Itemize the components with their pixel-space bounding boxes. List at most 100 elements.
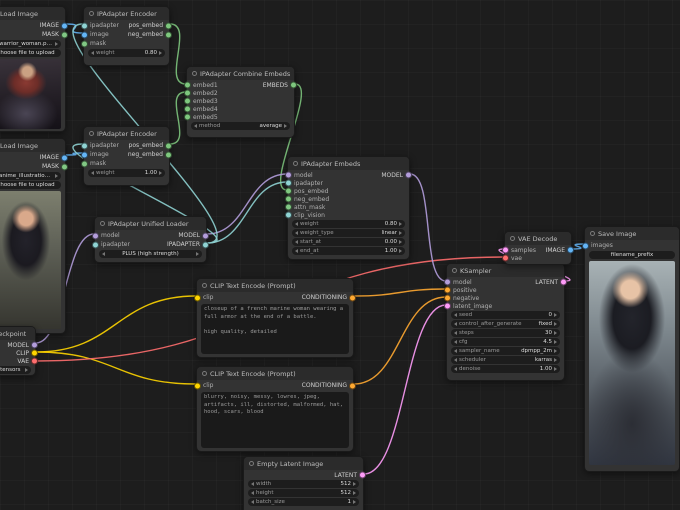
node-graph-canvas[interactable]: Load Image IMAGE MASK warrior_woman.png … xyxy=(0,0,680,510)
increment-arrow-icon[interactable] xyxy=(399,222,402,226)
collapse-dot-icon[interactable] xyxy=(100,221,105,226)
cfg-widget[interactable]: cfg 4.5 xyxy=(451,338,560,346)
node-header[interactable]: IPAdapter Encoder xyxy=(84,7,169,20)
decrement-arrow-icon[interactable] xyxy=(454,367,457,371)
prev-arrow-icon[interactable] xyxy=(454,358,457,362)
method-combo[interactable]: method average xyxy=(191,122,290,130)
next-arrow-icon[interactable] xyxy=(554,322,557,326)
increment-arrow-icon[interactable] xyxy=(353,482,356,486)
next-arrow-icon[interactable] xyxy=(399,231,402,235)
upload-button[interactable]: choose file to upload xyxy=(0,49,61,57)
decrement-arrow-icon[interactable] xyxy=(295,249,298,253)
image-output-port[interactable] xyxy=(567,246,574,254)
node-header[interactable]: IPAdapter Unified Loader xyxy=(95,217,206,230)
collapse-dot-icon[interactable] xyxy=(249,461,254,466)
ipadapter-input-port[interactable] xyxy=(81,142,88,149)
positive-prompt-textarea[interactable]: closeup of a french marine woman wearing… xyxy=(201,304,349,354)
embeds-output-port[interactable] xyxy=(290,81,297,89)
model-input-port[interactable] xyxy=(444,278,451,286)
clip-vision-input-port[interactable] xyxy=(285,211,292,219)
mask-input-port[interactable] xyxy=(81,40,88,47)
collapse-dot-icon[interactable] xyxy=(452,268,457,273)
increment-arrow-icon[interactable] xyxy=(159,171,162,175)
ipadapter-input-port[interactable] xyxy=(285,179,292,187)
decrement-arrow-icon[interactable] xyxy=(295,240,298,244)
increment-arrow-icon[interactable] xyxy=(554,331,557,335)
embed5-input-port[interactable] xyxy=(184,113,191,121)
weight-widget[interactable]: weight 0.80 xyxy=(292,220,405,228)
node-header[interactable]: VAE Decode xyxy=(505,232,571,245)
image-output-port[interactable] xyxy=(61,154,68,161)
batch-size-widget[interactable]: batch_size 1 xyxy=(248,498,359,506)
node-header[interactable]: CLIP Text Encode (Prompt) xyxy=(197,279,353,292)
increment-arrow-icon[interactable] xyxy=(353,491,356,495)
image-input-port[interactable] xyxy=(81,31,88,38)
node-header[interactable]: Save Image xyxy=(585,227,679,240)
node-clip-text-encode-positive[interactable]: CLIP Text Encode (Prompt) clip CONDITION… xyxy=(194,278,356,358)
sampler-name-combo[interactable]: sampler_name dpmpp_2m xyxy=(451,347,560,355)
scheduler-combo[interactable]: scheduler karras xyxy=(451,356,560,364)
ipadapter-input-port[interactable] xyxy=(81,22,88,29)
node-header[interactable]: CLIP Text Encode (Prompt) xyxy=(197,367,353,380)
mask-output-port[interactable] xyxy=(61,163,68,170)
collapse-dot-icon[interactable] xyxy=(89,11,94,16)
node-ipadapter-unified-loader[interactable]: IPAdapter Unified Loader model MODEL ipa… xyxy=(92,216,209,263)
control-after-generate-combo[interactable]: control_after_generate fixed xyxy=(451,320,560,328)
embed3-input-port[interactable] xyxy=(184,97,191,105)
weight-type-combo[interactable]: weight_type linear xyxy=(292,229,405,237)
next-arrow-icon[interactable] xyxy=(554,349,557,353)
collapse-dot-icon[interactable] xyxy=(202,371,207,376)
next-arrow-icon[interactable] xyxy=(55,174,58,178)
node-header[interactable]: Load Image xyxy=(0,139,65,152)
end-at-widget[interactable]: end_at 1.00 xyxy=(292,247,405,255)
increment-arrow-icon[interactable] xyxy=(353,500,356,504)
image-file-combo[interactable]: warrior_woman.png xyxy=(0,40,61,48)
collapse-dot-icon[interactable] xyxy=(89,131,94,136)
ipadapter-output-port[interactable] xyxy=(202,241,209,248)
vae-output-port[interactable] xyxy=(31,357,38,365)
model-input-port[interactable] xyxy=(285,171,292,179)
neg-embed-output-port[interactable] xyxy=(165,31,172,38)
node-header[interactable]: IPAdapter Combine Embeds xyxy=(187,67,294,80)
pos-embed-output-port[interactable] xyxy=(165,142,172,149)
negative-input-port[interactable] xyxy=(444,294,451,302)
node-header[interactable]: Load Image xyxy=(0,7,65,20)
clip-input-port[interactable] xyxy=(194,382,201,389)
next-arrow-icon[interactable] xyxy=(554,358,557,362)
conditioning-output-port[interactable] xyxy=(349,294,356,301)
node-header[interactable]: IPAdapter Embeds xyxy=(288,157,409,170)
node-header[interactable]: Empty Latent Image xyxy=(244,457,363,470)
increment-arrow-icon[interactable] xyxy=(399,249,402,253)
mask-output-port[interactable] xyxy=(61,31,68,38)
seed-widget[interactable]: seed 0 xyxy=(451,311,560,319)
decrement-arrow-icon[interactable] xyxy=(251,491,254,495)
denoise-widget[interactable]: denoise 1.00 xyxy=(451,365,560,373)
node-header[interactable]: KSampler xyxy=(447,264,564,277)
latent-output-port[interactable] xyxy=(359,471,366,479)
vae-input-port[interactable] xyxy=(502,254,509,262)
node-ksampler[interactable]: KSampler model LATENT positive negative … xyxy=(444,263,567,381)
collapse-dot-icon[interactable] xyxy=(590,231,595,236)
node-load-image-2[interactable]: Load Image IMAGE MASK anime_illustration… xyxy=(0,138,68,334)
samples-input-port[interactable] xyxy=(502,246,509,254)
pos-embed-input-port[interactable] xyxy=(285,187,292,195)
node-ipadapter-encoder-1[interactable]: IPAdapter Encoder ipadapter pos_embed im… xyxy=(81,6,172,66)
increment-arrow-icon[interactable] xyxy=(554,313,557,317)
collapse-dot-icon[interactable] xyxy=(192,71,197,76)
filename-prefix-widget[interactable]: filename_prefix xyxy=(589,251,675,259)
next-arrow-icon[interactable] xyxy=(196,252,199,256)
width-widget[interactable]: width 512 xyxy=(248,480,359,488)
node-header[interactable]: Load Checkpoint xyxy=(0,327,35,340)
model-input-port[interactable] xyxy=(92,232,99,239)
node-clip-text-encode-negative[interactable]: CLIP Text Encode (Prompt) clip CONDITION… xyxy=(194,366,356,452)
model-output-port[interactable] xyxy=(202,232,209,239)
image-file-combo[interactable]: anime_illustration.png xyxy=(0,172,61,180)
node-load-image-1[interactable]: Load Image IMAGE MASK warrior_woman.png … xyxy=(0,6,68,132)
decrement-arrow-icon[interactable] xyxy=(295,222,298,226)
start-at-widget[interactable]: start_at 0.00 xyxy=(292,238,405,246)
node-ipadapter-combine-embeds[interactable]: IPAdapter Combine Embeds embed1 EMBEDS e… xyxy=(184,66,297,138)
model-output-port[interactable] xyxy=(405,171,412,179)
preset-combo[interactable]: PLUS (high strength) xyxy=(99,250,202,258)
decrement-arrow-icon[interactable] xyxy=(251,482,254,486)
collapse-dot-icon[interactable] xyxy=(293,161,298,166)
